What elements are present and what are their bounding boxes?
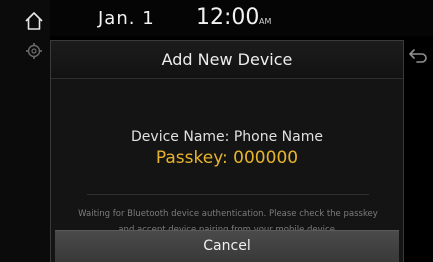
date-display: Jan. 1 <box>98 8 155 29</box>
time-display: 12:00 <box>196 5 260 30</box>
gear-icon[interactable] <box>25 42 43 60</box>
status-bar: Jan. 1 12:00 AM <box>50 0 433 36</box>
ampm-indicator: AM <box>259 17 272 26</box>
divider <box>87 194 369 195</box>
device-name-text: Device Name: Phone Name <box>131 129 323 145</box>
back-arrow-icon[interactable] <box>407 47 429 65</box>
home-icon[interactable] <box>23 10 45 32</box>
side-rail <box>0 0 50 262</box>
add-device-dialog: Add New Device Device Name: Phone Name P… <box>50 40 404 262</box>
dialog-title: Add New Device <box>51 41 403 79</box>
passkey-text: Passkey: 000000 <box>155 148 299 168</box>
cancel-button[interactable]: Cancel <box>55 230 399 262</box>
